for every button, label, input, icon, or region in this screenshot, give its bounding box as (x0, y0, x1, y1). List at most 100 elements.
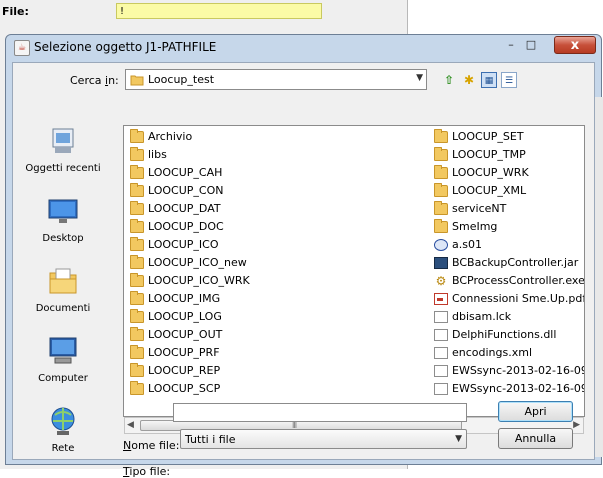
list-item[interactable]: Connessioni Sme.Up.pdf (432, 290, 585, 308)
list-item[interactable]: LOOCUP_DAT (128, 200, 424, 218)
file-name: LOOCUP_DAT (148, 202, 221, 215)
file-name: DelphiFunctions.dll (452, 328, 557, 341)
file-name: Connessioni Sme.Up.pdf (452, 292, 585, 305)
place-desktop[interactable]: Desktop (21, 195, 105, 263)
folder-icon (130, 345, 144, 359)
place-label: Documenti (35, 303, 91, 314)
file-list-column: Archivio libs LOOCUP_CAH LOOCUP_CON LOOC… (128, 128, 424, 398)
file-name: encodings.xml (452, 346, 533, 359)
file-name: LOOCUP_TMP (452, 148, 526, 161)
list-view-icon[interactable]: ▦ (481, 72, 497, 88)
list-item[interactable]: LOOCUP_ICO (128, 236, 424, 254)
jar-file-icon (434, 257, 448, 269)
list-item[interactable]: LOOCUP_CAH (128, 164, 424, 182)
place-label: Oggetti recenti (25, 163, 101, 174)
place-label: Computer (38, 373, 88, 384)
file-name: dbisam.lck (452, 310, 512, 323)
list-item[interactable]: LOOCUP_WRK (432, 164, 584, 182)
dialog-titlebar[interactable]: ☕ Selezione oggetto J1-PATHFILE – □ x (6, 35, 601, 59)
documents-icon (49, 268, 77, 294)
folder-icon (130, 381, 144, 395)
folder-icon (130, 255, 144, 269)
list-item[interactable]: Archivio (128, 128, 424, 146)
document-icon (434, 383, 448, 395)
document-icon (434, 311, 448, 323)
file-type-select[interactable]: Tutti i file ▼ (180, 429, 467, 449)
list-item[interactable]: LOOCUP_OUT (128, 326, 424, 344)
gear-icon: ⚙ (435, 274, 447, 288)
recent-items-icon (52, 128, 74, 153)
file-name: LOOCUP_XML (452, 184, 527, 197)
close-button[interactable]: x (554, 36, 596, 54)
list-item[interactable]: DelphiFunctions.dll (432, 326, 584, 344)
pdf-file-icon (434, 293, 448, 305)
list-item[interactable]: LOOCUP_REP (128, 362, 424, 380)
file-name: EWSsync-2013-02-16-09- (452, 382, 585, 395)
look-in-combo[interactable]: Loocup_test ▼ (125, 69, 427, 90)
new-folder-icon[interactable]: ✱ (461, 72, 477, 88)
list-item[interactable]: LOOCUP_CON (128, 182, 424, 200)
file-type-value: Tutti i file (185, 433, 236, 446)
list-item[interactable]: BCBackupController.jar (432, 254, 584, 272)
details-view-icon[interactable]: ☰ (501, 72, 517, 88)
file-field-input[interactable]: ! (116, 3, 322, 19)
list-item[interactable]: a.s01 (432, 236, 584, 254)
file-list-column: LOOCUP_SET LOOCUP_TMP LOOCUP_WRK LOOCUP_… (432, 128, 585, 398)
folder-icon (434, 201, 448, 215)
folder-icon (130, 273, 144, 287)
cancel-button[interactable]: Annulla (498, 428, 573, 449)
list-item[interactable]: LOOCUP_SET (432, 128, 584, 146)
document-icon (434, 329, 448, 341)
scroll-right-icon[interactable]: ▶ (573, 420, 580, 430)
list-item[interactable]: EWSsync-2013-02-16-09- (432, 380, 585, 398)
list-item[interactable]: LOOCUP_IMG (128, 290, 424, 308)
folder-icon (130, 165, 144, 179)
file-name-input[interactable] (173, 403, 467, 422)
file-name: BCProcessController.exe (452, 274, 585, 287)
file-name: LOOCUP_ICO (148, 238, 219, 251)
minimize-button[interactable]: – (503, 38, 519, 52)
list-item[interactable]: LOOCUP_TMP (432, 146, 584, 164)
list-item[interactable]: dbisam.lck (432, 308, 584, 326)
network-icon (51, 407, 75, 435)
folder-icon (130, 75, 144, 86)
list-item[interactable]: LOOCUP_DOC (128, 218, 424, 236)
file-name: libs (148, 148, 167, 161)
place-computer[interactable]: Computer (21, 335, 105, 403)
list-item[interactable]: libs (128, 146, 424, 164)
list-item[interactable]: LOOCUP_LOG (128, 308, 424, 326)
list-item[interactable]: LOOCUP_XML (432, 182, 584, 200)
file-name-label: Nome file: (123, 439, 180, 452)
list-item[interactable]: EWSsync-2013-02-16-09- (432, 362, 584, 380)
list-item[interactable]: LOOCUP_SCP (128, 380, 424, 398)
file-name: BCBackupController.jar (452, 256, 579, 269)
file-name: LOOCUP_OUT (148, 328, 223, 341)
list-item[interactable]: ⚙ BCProcessController.exe (432, 272, 585, 290)
list-item[interactable]: SmeImg (432, 218, 584, 236)
folder-icon (130, 201, 144, 215)
list-item[interactable]: LOOCUP_ICO_new (128, 254, 424, 272)
list-item[interactable]: LOOCUP_PRF (128, 344, 424, 362)
list-item[interactable]: LOOCUP_ICO_WRK (128, 272, 424, 290)
folder-icon (434, 147, 448, 161)
list-item[interactable]: encodings.xml (432, 344, 584, 362)
folder-icon (434, 183, 448, 197)
look-in-label: Cerca in: (70, 74, 119, 87)
file-name: LOOCUP_PRF (148, 346, 220, 359)
file-name: LOOCUP_SET (452, 130, 524, 143)
maximize-button[interactable]: □ (523, 38, 539, 52)
file-name: LOOCUP_ICO_new (148, 256, 247, 269)
place-recent[interactable]: Oggetti recenti (21, 125, 105, 193)
open-button[interactable]: Apri (498, 401, 573, 422)
list-item[interactable]: serviceNT (432, 200, 584, 218)
file-name: LOOCUP_REP (148, 364, 221, 377)
up-folder-icon[interactable]: ⇧ (441, 72, 457, 88)
dialog-title: Selezione oggetto J1-PATHFILE (34, 40, 217, 54)
place-network[interactable]: Rete (21, 405, 105, 473)
places-bar: Oggetti recenti Desktop Documenti Comput… (21, 125, 105, 475)
file-list[interactable]: Archivio libs LOOCUP_CAH LOOCUP_CON LOOC… (123, 125, 585, 417)
file-name: LOOCUP_WRK (452, 166, 529, 179)
scroll-left-icon[interactable]: ◀ (127, 420, 134, 430)
place-documents[interactable]: Documenti (21, 265, 105, 333)
file-name: serviceNT (452, 202, 507, 215)
